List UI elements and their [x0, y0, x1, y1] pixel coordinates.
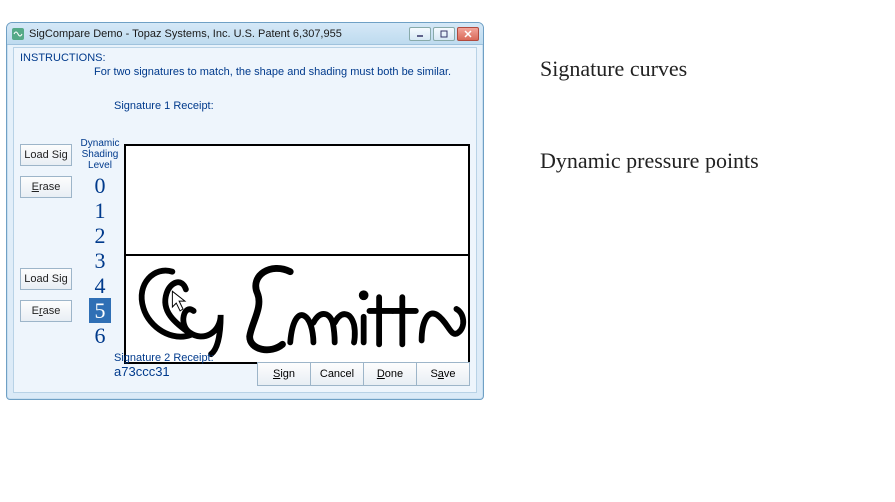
client-area: INSTRUCTIONS: For two signatures to matc…	[13, 47, 477, 393]
cancel-button[interactable]: Cancel	[310, 362, 364, 386]
erase-2-button[interactable]: Erase	[20, 300, 72, 322]
maximize-button[interactable]	[433, 27, 455, 41]
app-icon	[11, 27, 25, 41]
shading-level-2[interactable]: 2	[89, 223, 111, 248]
sign-button[interactable]: Sign	[257, 362, 311, 386]
mouse-cursor-icon	[172, 291, 185, 311]
shading-level-0[interactable]: 0	[89, 173, 111, 198]
minimize-button[interactable]	[409, 27, 431, 41]
instructions-text: For two signatures to match, the shape a…	[94, 66, 470, 78]
shading-header: Dynamic Shading Level	[80, 138, 120, 171]
signature-panels	[124, 144, 470, 364]
shading-level-5[interactable]: 5	[89, 298, 111, 323]
annotation-pressure-points: Dynamic pressure points	[540, 148, 759, 174]
signature-2-canvas[interactable]	[126, 254, 468, 362]
done-button[interactable]: Done	[363, 362, 417, 386]
load-sig-1-button[interactable]: Load Sig	[20, 144, 72, 166]
shading-level-4[interactable]: 4	[89, 273, 111, 298]
save-button[interactable]: Save	[416, 362, 470, 386]
load-sig-2-button[interactable]: Load Sig	[20, 268, 72, 290]
close-button[interactable]	[457, 27, 479, 41]
shading-level-1[interactable]: 1	[89, 198, 111, 223]
signature1-label: Signature 1 Receipt:	[114, 100, 476, 112]
shading-level-6[interactable]: 6	[89, 323, 111, 348]
instructions-label: INSTRUCTIONS:	[20, 52, 470, 64]
annotation-signature-curves: Signature curves	[540, 56, 687, 82]
shading-level-3[interactable]: 3	[89, 248, 111, 273]
shading-panel: Dynamic Shading Level 0123456	[80, 138, 120, 348]
erase-1-button[interactable]: Erase	[20, 176, 72, 198]
titlebar[interactable]: SigCompare Demo - Topaz Systems, Inc. U.…	[7, 23, 483, 45]
window-title: SigCompare Demo - Topaz Systems, Inc. U.…	[29, 28, 409, 40]
app-window: SigCompare Demo - Topaz Systems, Inc. U.…	[6, 22, 484, 400]
